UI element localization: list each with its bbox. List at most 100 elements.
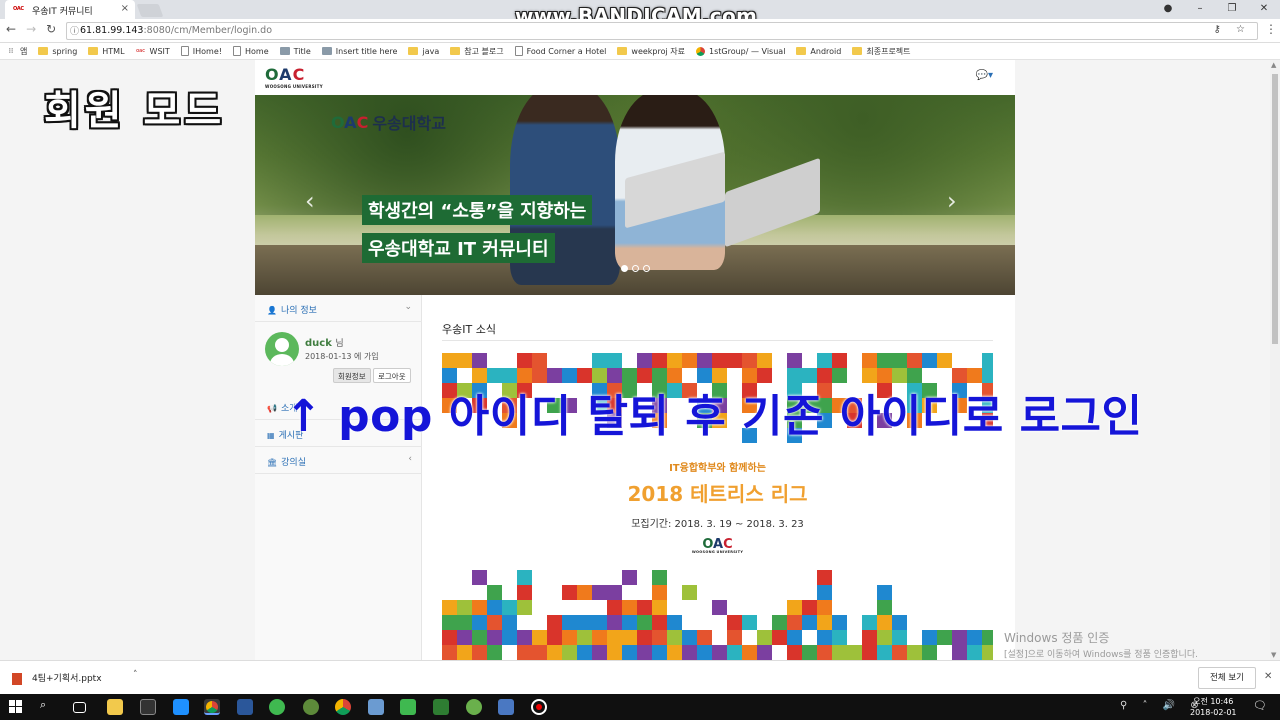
window-controls: ● – ❐ ✕ bbox=[1152, 0, 1280, 19]
bookmark-label: 1stGroup/ — Visual bbox=[709, 46, 786, 56]
carousel-dot[interactable] bbox=[621, 265, 628, 272]
close-download-bar-icon[interactable]: ✕ bbox=[1264, 671, 1272, 682]
tetris-block bbox=[787, 645, 802, 660]
restore-icon[interactable]: ❐ bbox=[1216, 0, 1248, 19]
app-icon[interactable] bbox=[269, 699, 285, 715]
tetris-block bbox=[802, 615, 817, 630]
tetris-block bbox=[592, 615, 607, 630]
tetris-block bbox=[577, 645, 592, 660]
bookmark-label: Title bbox=[293, 46, 311, 56]
app-icon[interactable] bbox=[368, 699, 384, 715]
app-icon[interactable] bbox=[433, 699, 449, 715]
tetris-block bbox=[817, 615, 832, 630]
tetris-block bbox=[742, 645, 757, 660]
browser-tab[interactable]: OAC 우송IT 커뮤니티 × bbox=[5, 0, 135, 19]
forward-icon[interactable]: → bbox=[26, 22, 36, 36]
tetris-block bbox=[607, 630, 622, 645]
sidebar-item-lecture[interactable]: 🏛 강의실 ‹ bbox=[255, 447, 422, 474]
tetris-block bbox=[592, 630, 607, 645]
app-icon[interactable] bbox=[400, 699, 416, 715]
building-icon: 🏛 bbox=[267, 458, 278, 467]
bookmark-item[interactable]: spring bbox=[38, 47, 77, 56]
reload-icon[interactable]: ↻ bbox=[46, 22, 56, 36]
new-tab-button[interactable] bbox=[136, 4, 164, 17]
minimize-icon[interactable]: – bbox=[1184, 0, 1216, 19]
app-icon[interactable] bbox=[466, 699, 482, 715]
tetris-block bbox=[757, 353, 772, 368]
chevron-down-icon: ⌄ bbox=[404, 302, 412, 312]
search-icon[interactable]: ⌕ bbox=[40, 698, 56, 714]
download-item[interactable]: 4팀+기획서.pptx bbox=[12, 671, 102, 685]
task-view-icon[interactable] bbox=[73, 702, 86, 713]
app-icon[interactable] bbox=[237, 699, 253, 715]
clock[interactable]: 오전 10:46 2018-02-01 bbox=[1190, 696, 1237, 718]
tetris-block bbox=[562, 645, 577, 660]
page-scrollbar[interactable]: ▲ ▼ bbox=[1270, 60, 1280, 660]
bookmark-item[interactable]: Android bbox=[796, 47, 841, 56]
tetris-block bbox=[682, 645, 697, 660]
close-window-icon[interactable]: ✕ bbox=[1248, 0, 1280, 19]
bookmark-item[interactable]: Insert title here bbox=[321, 47, 397, 56]
app-icon[interactable] bbox=[498, 699, 514, 715]
bookmark-item[interactable]: HTML bbox=[88, 47, 125, 56]
tetris-block bbox=[832, 645, 847, 660]
tetris-block bbox=[877, 585, 892, 600]
chrome-icon[interactable] bbox=[335, 699, 351, 715]
info-icon[interactable]: ⓘ bbox=[70, 24, 79, 37]
site-logo[interactable]: OAC WOOSONG UNIVERSITY bbox=[265, 65, 323, 89]
comments-dropdown-icon[interactable]: 💬▾ bbox=[976, 70, 993, 81]
tetris-block bbox=[487, 600, 502, 615]
tetris-block bbox=[862, 353, 877, 368]
file-explorer-icon[interactable] bbox=[107, 699, 123, 715]
address-bar[interactable]: ⓘ 61.81.99.143:8080/cm/Member/login.do ⚷… bbox=[66, 22, 1258, 40]
bookmark-item[interactable]: oac WSIT bbox=[136, 47, 170, 56]
bookmark-item[interactable]: java bbox=[408, 47, 439, 56]
carousel-dot[interactable] bbox=[632, 265, 639, 272]
bookmark-item[interactable]: ⁞⁞ 앱 bbox=[6, 46, 28, 57]
bookmark-item[interactable]: Title bbox=[279, 46, 311, 56]
terminal-icon[interactable] bbox=[140, 699, 156, 715]
tetris-block bbox=[862, 645, 877, 660]
sidebar-item-my-info[interactable]: 👤 나의 정보 ⌄ bbox=[255, 295, 422, 322]
tab-close-icon[interactable]: × bbox=[121, 3, 129, 14]
tetris-block bbox=[547, 630, 562, 645]
bookmarks-bar: ⁞⁞ 앱 spring HTML oac WSIT IHome! Home Title Inser… bbox=[0, 43, 1280, 60]
profile-icon[interactable]: ● bbox=[1152, 0, 1184, 19]
notification-icon[interactable]: 🗨 bbox=[1253, 699, 1267, 712]
app-icon[interactable] bbox=[303, 699, 319, 715]
windows-activation-sub: [설정]으로 이동하여 Windows를 정품 인증합니다. bbox=[1004, 650, 1198, 660]
windows-start-icon[interactable] bbox=[9, 700, 22, 713]
back-icon[interactable]: ← bbox=[6, 22, 16, 36]
tetris-block bbox=[922, 645, 937, 660]
bookmark-item[interactable]: Home bbox=[232, 46, 269, 56]
bookmark-item[interactable]: IHome! bbox=[180, 46, 222, 56]
carousel-dot[interactable] bbox=[643, 265, 650, 272]
bookmark-item[interactable]: 참고 블로그 bbox=[450, 46, 504, 57]
chrome-icon-active[interactable] bbox=[204, 699, 220, 715]
scrollbar-thumb[interactable] bbox=[1272, 74, 1278, 344]
tetris-block bbox=[712, 645, 727, 660]
tetris-block bbox=[622, 570, 637, 585]
url-host: 61.81.99.143 bbox=[80, 25, 144, 36]
scroll-down-icon[interactable]: ▼ bbox=[1271, 651, 1276, 659]
bookmark-item[interactable]: 최종프로젝트 bbox=[852, 46, 911, 57]
browser-menu-icon[interactable]: ⋮ bbox=[1265, 22, 1277, 36]
bookmark-item[interactable]: Food Corner a Hotel bbox=[514, 46, 606, 56]
tetris-block bbox=[607, 615, 622, 630]
key-star-icons[interactable]: ⚷ ☆ bbox=[1214, 24, 1251, 35]
scroll-up-icon[interactable]: ▲ bbox=[1271, 61, 1276, 69]
tetris-block bbox=[967, 630, 982, 645]
news-section-title: 우송IT 소식 bbox=[442, 323, 496, 336]
carousel-next-icon[interactable]: › bbox=[947, 187, 957, 215]
bookmark-item[interactable]: 1stGroup/ — Visual bbox=[696, 46, 786, 56]
tetris-block bbox=[892, 630, 907, 645]
bandicam-icon[interactable] bbox=[531, 699, 547, 715]
chevron-up-icon[interactable]: ˄ bbox=[133, 670, 138, 680]
tetris-block bbox=[607, 353, 622, 368]
tetris-block bbox=[592, 353, 607, 368]
app-icon[interactable] bbox=[173, 699, 189, 715]
show-all-button[interactable]: 전체 보기 bbox=[1198, 667, 1256, 689]
bookmark-item[interactable]: weekproj 자료 bbox=[617, 46, 685, 57]
tetris-block bbox=[517, 630, 532, 645]
carousel-prev-icon[interactable]: ‹ bbox=[305, 187, 315, 215]
